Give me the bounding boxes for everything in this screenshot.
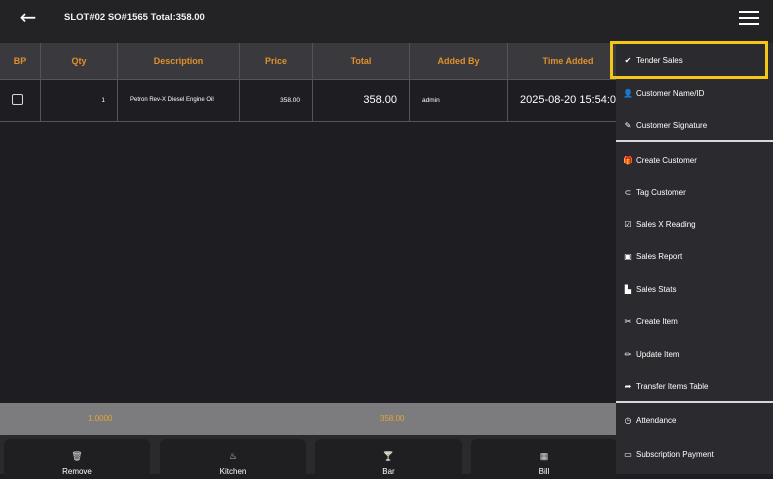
row-description: Petron Rev-X Diesel Engine Oil — [118, 80, 240, 121]
menu-item-subscription-payment[interactable]: ▭ Subscription Payment — [616, 439, 773, 471]
user-icon: 👤 — [623, 89, 633, 98]
side-menu: ✔ Tender Sales 👤 Customer Name/ID ✎ Cust… — [616, 43, 773, 474]
bill-button[interactable]: ▦ Bill — [471, 439, 617, 479]
remove-button[interactable]: 🗑 Remove — [4, 439, 150, 479]
menu-item-attendance[interactable]: ◷ Attendance — [616, 405, 773, 437]
menu-item-create-customer[interactable]: 🎁 Create Customer — [616, 145, 773, 177]
top-bar: ← SLOT#02 SO#1565 Total:358.00 — [0, 0, 773, 43]
menu-item-sales-report[interactable]: ▣ Sales Report — [616, 241, 773, 273]
column-header-added-by[interactable]: Added By — [410, 43, 508, 79]
calculator-icon: ▦ — [539, 451, 549, 461]
kitchen-button[interactable]: ♨ Kitchen — [160, 439, 306, 479]
column-header-qty[interactable]: Qty — [41, 43, 118, 79]
summary-qty-total: 1.0000 — [88, 414, 113, 423]
column-header-time-added[interactable]: Time Added — [508, 43, 628, 79]
menu-item-sales-x-reading[interactable]: ☑ Sales X Reading — [616, 209, 773, 241]
trash-icon: 🗑 — [71, 451, 83, 461]
row-qty: 1 — [41, 80, 118, 121]
credit-card-icon: ▭ — [624, 450, 632, 459]
share-arrow-icon: ➦ — [624, 382, 632, 391]
bar-button[interactable]: 🍸 Bar — [315, 439, 462, 479]
row-total: 358.00 — [313, 80, 410, 121]
order-title: SLOT#02 SO#1565 Total:358.00 — [64, 12, 205, 23]
tag-icon: ⊂ — [624, 188, 632, 197]
kitchen-icon: ♨ — [228, 451, 238, 461]
menu-item-customer-signature[interactable]: ✎ Customer Signature — [616, 110, 773, 142]
hamburger-menu-icon[interactable] — [737, 9, 761, 27]
money-icon: ▣ — [624, 252, 632, 261]
summary-amount-total: 358.00 — [380, 414, 405, 423]
bar-chart-icon: ▙ — [624, 285, 632, 294]
row-added-by: admin — [410, 80, 508, 121]
back-arrow-icon[interactable]: ← — [14, 6, 42, 28]
menu-item-update-item[interactable]: ✏ Update Item — [616, 339, 773, 371]
menu-item-create-item[interactable]: ✂ Create Item — [616, 306, 773, 338]
row-checkbox[interactable] — [12, 94, 23, 105]
cocktail-icon: 🍸 — [382, 451, 395, 461]
row-checkbox-cell — [0, 80, 41, 121]
menu-item-sales-stats[interactable]: ▙ Sales Stats — [616, 274, 773, 306]
column-header-bp[interactable]: BP — [0, 43, 41, 79]
menu-item-tender-sales[interactable]: ✔ Tender Sales — [616, 45, 773, 77]
signature-icon: ✎ — [624, 121, 632, 130]
column-header-total[interactable]: Total — [313, 43, 410, 79]
clipboard-check-icon: ☑ — [624, 220, 632, 229]
menu-item-customer-name-id[interactable]: 👤 Customer Name/ID — [616, 78, 773, 110]
menu-divider — [616, 401, 773, 403]
menu-item-transfer-items-table[interactable]: ➦ Transfer Items Table — [616, 371, 773, 403]
column-header-description[interactable]: Description — [118, 43, 240, 79]
clock-icon: ◷ — [624, 416, 632, 425]
menu-item-tag-customer[interactable]: ⊂ Tag Customer — [616, 177, 773, 209]
gift-icon: 🎁 — [623, 156, 633, 165]
menu-divider — [616, 140, 773, 142]
pencil-icon: ✏ — [624, 350, 632, 359]
check-icon: ✔ — [624, 56, 632, 65]
tools-icon: ✂ — [624, 317, 632, 326]
row-time-added: 2025-08-20 15:54:0 — [520, 94, 617, 106]
row-price: 358.00 — [240, 80, 313, 121]
column-header-price[interactable]: Price — [240, 43, 313, 79]
